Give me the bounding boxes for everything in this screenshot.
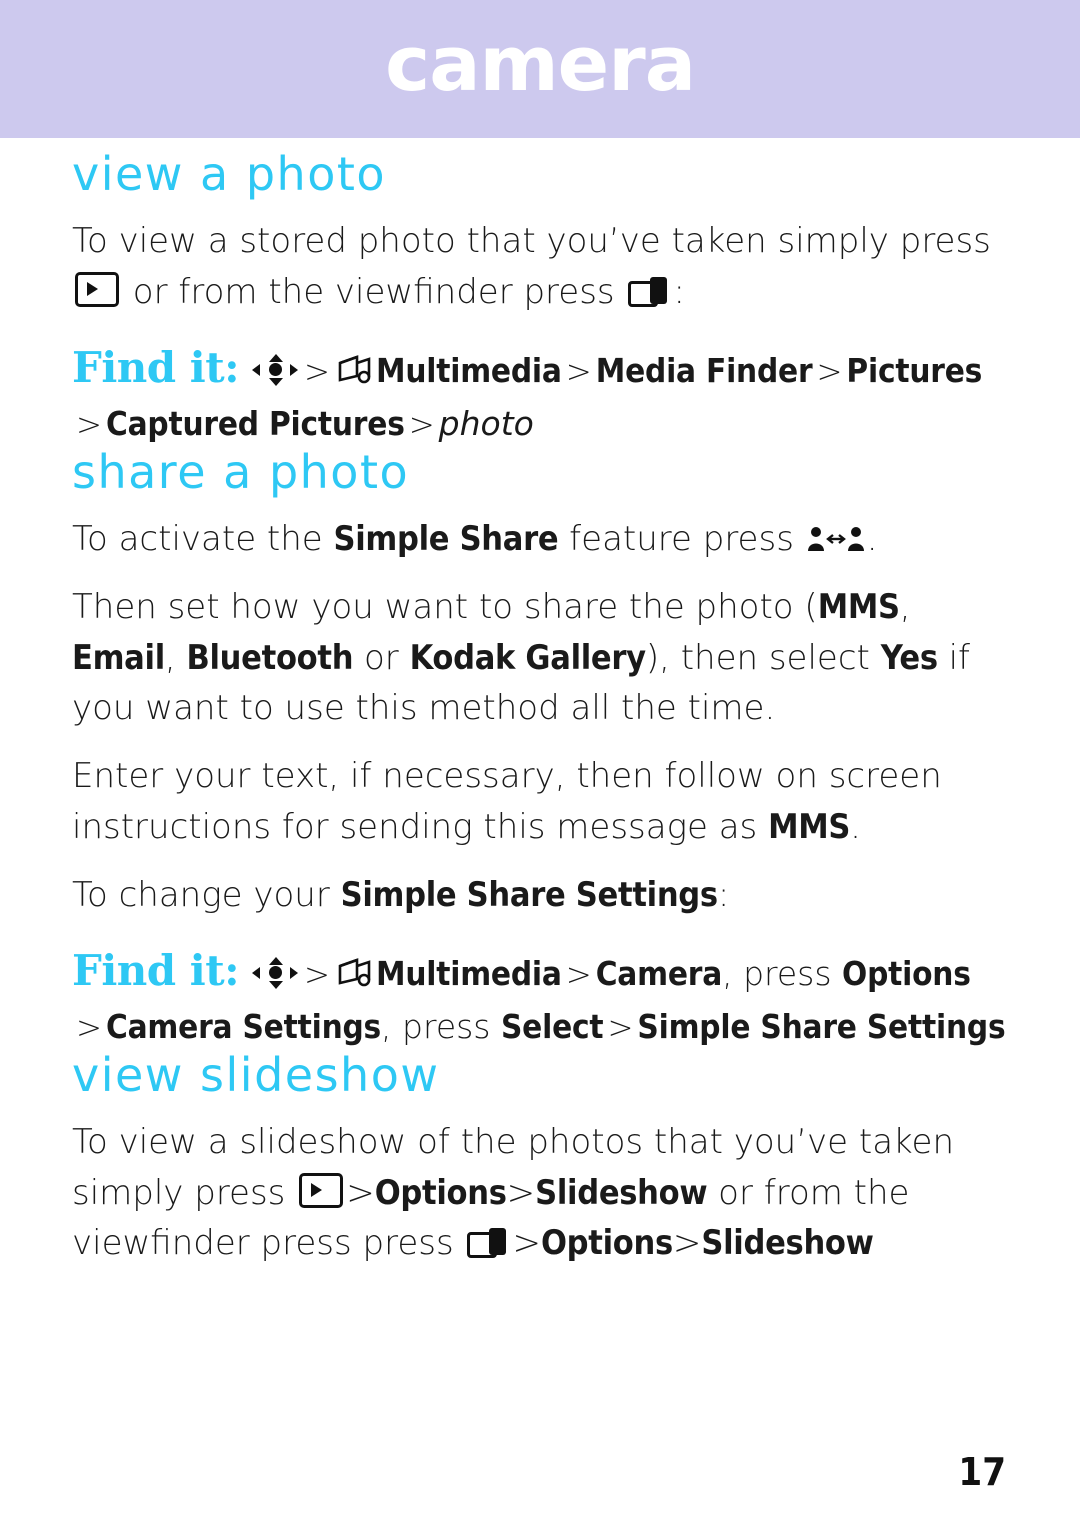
path-separator: > [408,406,435,443]
text-run: , press [381,1007,501,1047]
menu-item-options: Options [540,1223,673,1264]
menu-item-options: Options [842,954,971,994]
path-separator: > [76,1010,102,1047]
navigation-key-icon [251,353,298,386]
text-run: , [164,637,187,678]
text-run: , [899,587,911,628]
text-run: Then set how you want to share the photo… [72,587,818,628]
text-run: or from the viewfinder press [122,271,626,312]
find-it-line-2: > Captured Pictures > photo [72,401,1012,448]
path-separator: > [303,353,330,390]
simple-share-icon [807,524,865,554]
page-header-band: camera [0,0,1080,138]
paragraph-change-settings: To change your Simple Share Settings: [72,870,1012,920]
term-simple-share-settings: Simple Share Settings [340,874,718,915]
term-mms: MMS [817,587,900,628]
multimedia-icon [337,354,373,386]
text-run: press [362,1223,465,1264]
term-simple-share: Simple Share [333,519,559,560]
page-content: view a photo To view a stored photo that… [72,150,1012,1268]
text-run: To activate the [72,519,334,560]
text-run: To change your [72,874,341,915]
paragraph-view-photo: To view a stored photo that you’ve taken… [72,216,1012,317]
find-it-line-1: Find it: > Multimedia > Media Finder > Pictur… [72,339,1012,397]
find-it-line-2: > Camera Settings, press Select > Simple Sh… [72,1004,1012,1051]
path-separator: > [565,957,592,994]
path-separator: > [303,957,330,994]
path-separator: > [672,1223,702,1264]
text-run: ), then select [645,637,881,678]
menu-item-multimedia: Multimedia [375,954,562,994]
find-it-label: Find it: [72,946,240,996]
find-it-line-1: Find it: > Multimedia > Camera, press Optio… [72,942,1012,1000]
text-run: , press [722,954,843,994]
page-number: 17 [958,1450,1006,1494]
menu-item-slideshow: Slideshow [701,1223,874,1264]
paragraph-activate-simple-share: To activate the Simple Share feature pre… [72,514,1012,564]
path-separator: > [76,406,102,443]
photo-key-icon [299,1172,344,1208]
page-title: camera [385,19,696,108]
heading-view-a-photo: view a photo [72,147,387,201]
path-separator: > [816,353,843,390]
find-it-block-simple-share-settings: Find it: > Multimedia > Camera, press Optio… [72,942,1012,1051]
menu-item-slideshow: Slideshow [535,1172,708,1213]
heading-view-slideshow: view slideshow [72,1048,440,1103]
menu-item-simple-share-settings: Simple Share Settings [637,1007,1006,1047]
find-it-block-view-photo: Find it: > Multimedia > Media Finder > Pictur… [72,339,1012,448]
term-email: Email [72,637,165,678]
menu-item-camera: Camera [595,954,723,994]
menu-item-pictures: Pictures [846,350,983,390]
term-bluetooth: Bluetooth [186,637,354,678]
text-run: feature press [558,519,805,560]
path-separator: > [506,1172,536,1213]
text-run: . [850,806,861,847]
text-run: : [673,271,685,312]
term-yes: Yes [880,637,938,678]
text-run: . [866,519,878,560]
path-separator: > [512,1223,541,1264]
menu-item-options: Options [374,1172,507,1213]
paragraph-view-slideshow: To view a slideshow of the photos that y… [72,1117,1012,1268]
term-mms: MMS [768,806,851,847]
paragraph-enter-text: Enter your text, if necessary, then foll… [72,751,1012,852]
text-run: or [353,637,410,678]
text-run: : [717,874,730,915]
path-separator: > [565,353,592,390]
menu-item-select: Select [501,1007,604,1047]
path-separator: > [346,1172,375,1213]
menu-item-captured-pictures: Captured Pictures [105,403,405,443]
heading-share-a-photo: share a photo [72,444,410,499]
term-kodak-gallery: Kodak Gallery [409,637,647,678]
menu-item-multimedia: Multimedia [375,350,562,390]
paragraph-share-methods: Then set how you want to share the photo… [72,582,1012,733]
menu-item-photo: photo [438,403,534,443]
menu-item-media-finder: Media Finder [595,350,813,390]
manual-page: camera view a photo To view a stored pho… [0,0,1080,1532]
find-it-label: Find it: [72,342,240,392]
multimedia-icon [337,957,373,989]
navigation-key-icon [251,957,298,990]
camera-key-icon [467,1228,509,1259]
text-run: To view a stored photo that you’ve taken… [72,221,991,262]
path-separator: > [607,1010,634,1047]
photo-key-icon [75,271,119,307]
camera-key-icon [628,276,670,307]
menu-item-camera-settings: Camera Settings [105,1007,382,1047]
